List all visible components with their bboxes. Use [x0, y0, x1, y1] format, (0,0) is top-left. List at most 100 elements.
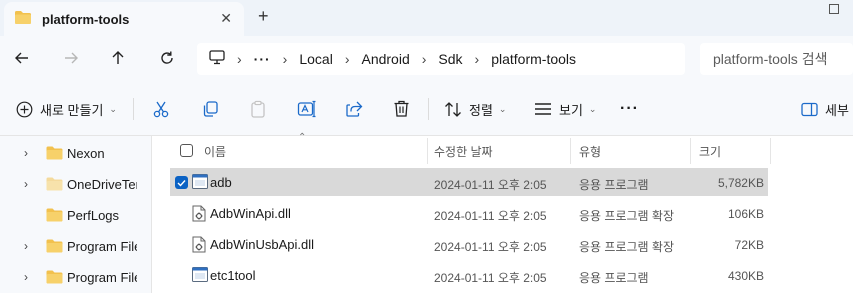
cut-button[interactable] [152, 96, 170, 122]
breadcrumb-more-button[interactable]: ··· [254, 51, 271, 67]
tab-strip: platform-tools ✕ + [0, 0, 853, 36]
column-divider[interactable] [690, 138, 691, 164]
list-view-icon [535, 103, 551, 115]
app-icon [192, 174, 208, 192]
column-header-row: ⌃ 이름 수정한 날짜 유형 크기 [152, 132, 853, 164]
plus-circle-icon [16, 101, 33, 117]
chevron-right-icon[interactable]: › [24, 239, 28, 253]
row-checkbox[interactable] [175, 176, 188, 189]
breadcrumb-separator: › [237, 51, 242, 67]
file-row-adbwinusbapi[interactable]: AdbWinUsbApi.dll 2024-01-11 오후 2:05 응용 프… [170, 230, 768, 258]
chevron-down-icon: ⌄ [588, 103, 597, 114]
file-name: etc1tool [210, 268, 256, 283]
arrow-left-icon [15, 52, 28, 64]
close-tab-icon[interactable]: ✕ [220, 10, 232, 27]
sort-button[interactable]: 정렬 ⌄ [444, 96, 506, 122]
sidebar-item-program-files[interactable]: › Program Files [0, 231, 150, 261]
column-header-name[interactable]: 이름 [204, 143, 226, 160]
file-type: 응용 프로그램 [579, 271, 649, 285]
folder-icon [46, 208, 63, 225]
column-header-size[interactable]: 크기 [699, 143, 721, 160]
view-button-label: 보기 [559, 102, 583, 118]
column-divider[interactable] [427, 138, 428, 164]
details-pane-button[interactable]: 세부 [801, 96, 849, 122]
folder-icon [46, 146, 63, 163]
details-pane-label: 세부 [825, 102, 849, 118]
new-tab-button[interactable]: + [258, 6, 269, 27]
arrow-up-icon [112, 51, 124, 64]
sort-icon [445, 101, 461, 117]
sidebar-item-label: OneDriveTemp [67, 177, 137, 192]
sidebar-item-program-files-x86[interactable]: › Program Files (x86) [0, 262, 150, 292]
sort-ascending-icon: ⌃ [298, 132, 307, 143]
column-divider[interactable] [770, 138, 771, 164]
dll-icon [192, 205, 206, 225]
share-button[interactable] [345, 96, 363, 122]
up-button[interactable] [106, 46, 130, 70]
back-button[interactable] [10, 46, 34, 70]
chevron-right-icon[interactable]: › [24, 146, 28, 160]
file-type: 응용 프로그램 확장 [579, 209, 674, 223]
maximize-button[interactable] [829, 4, 839, 14]
file-row-adbwinapi[interactable]: AdbWinApi.dll 2024-01-11 오후 2:05 응용 프로그램… [170, 199, 768, 227]
new-button-label: 새로 만들기 [40, 102, 104, 118]
file-size: 106KB [727, 207, 764, 221]
dll-icon [192, 236, 206, 256]
file-row-etc1tool[interactable]: etc1tool 2024-01-11 오후 2:05 응용 프로그램 430K… [170, 261, 768, 289]
new-button[interactable]: 새로 만들기 ⌄ [16, 96, 117, 122]
breadcrumb-sdk[interactable]: Sdk [438, 51, 462, 67]
breadcrumb-platform-tools[interactable]: platform-tools [491, 51, 576, 67]
clipboard-icon [251, 100, 265, 118]
sidebar-item-perflogs[interactable]: PerfLogs [0, 200, 150, 230]
tab-platform-tools[interactable]: platform-tools ✕ [4, 2, 244, 36]
trash-icon [394, 100, 409, 117]
rename-icon [297, 100, 316, 118]
chevron-right-icon[interactable]: › [24, 177, 28, 191]
refresh-button[interactable] [155, 46, 179, 70]
column-header-type[interactable]: 유형 [579, 143, 601, 160]
breadcrumb-separator: › [344, 51, 350, 67]
file-list: ⌃ 이름 수정한 날짜 유형 크기 adb 2024-01-11 오후 2:05… [152, 132, 853, 293]
sidebar-item-onedrivetemp[interactable]: › OneDriveTemp [0, 169, 150, 199]
sidebar-item-nexon[interactable]: › Nexon [0, 138, 150, 168]
search-input[interactable]: platform-tools 검색 [700, 43, 853, 75]
divider [428, 98, 429, 120]
address-bar[interactable]: › ··· › Local › Android › Sdk › platform… [197, 43, 685, 75]
breadcrumb-android[interactable]: Android [361, 51, 409, 67]
navigation-row: › ··· › Local › Android › Sdk › platform… [0, 36, 853, 82]
file-modified: 2024-01-11 오후 2:05 [434, 209, 547, 223]
paste-button[interactable] [249, 96, 267, 122]
file-row-adb[interactable]: adb 2024-01-11 오후 2:05 응용 프로그램 5,782KB [170, 168, 768, 196]
folder-icon [46, 177, 63, 194]
sort-button-label: 정렬 [469, 102, 493, 118]
column-header-modified[interactable]: 수정한 날짜 [434, 143, 493, 160]
breadcrumb-separator: › [282, 51, 288, 67]
sidebar-item-label: PerfLogs [67, 208, 120, 223]
arrow-right-icon [65, 52, 78, 64]
delete-button[interactable] [393, 96, 410, 122]
folder-icon [46, 270, 63, 287]
file-type: 응용 프로그램 확장 [579, 240, 674, 254]
rename-button[interactable] [297, 96, 317, 122]
details-pane-icon [801, 102, 818, 116]
checkmark-icon [177, 179, 186, 187]
more-options-button[interactable]: ··· [620, 96, 639, 122]
refresh-icon [161, 51, 173, 64]
view-button[interactable]: 보기 ⌄ [534, 96, 596, 122]
file-name: AdbWinApi.dll [210, 206, 291, 221]
share-icon [346, 101, 363, 117]
sidebar-item-label: Nexon [67, 146, 105, 161]
column-divider[interactable] [570, 138, 571, 164]
sidebar-item-label: Program Files (x86) [67, 270, 137, 285]
file-modified: 2024-01-11 오후 2:05 [434, 271, 547, 285]
copy-button[interactable] [201, 96, 219, 122]
breadcrumb-separator: › [474, 51, 480, 67]
file-size: 72KB [734, 238, 764, 252]
forward-button[interactable] [59, 46, 83, 70]
sidebar-item-label: Program Files [67, 239, 137, 254]
file-modified: 2024-01-11 오후 2:05 [434, 240, 547, 254]
copy-icon [203, 101, 218, 117]
chevron-right-icon[interactable]: › [24, 270, 28, 284]
select-all-checkbox[interactable] [180, 144, 193, 157]
breadcrumb-local[interactable]: Local [299, 51, 332, 67]
